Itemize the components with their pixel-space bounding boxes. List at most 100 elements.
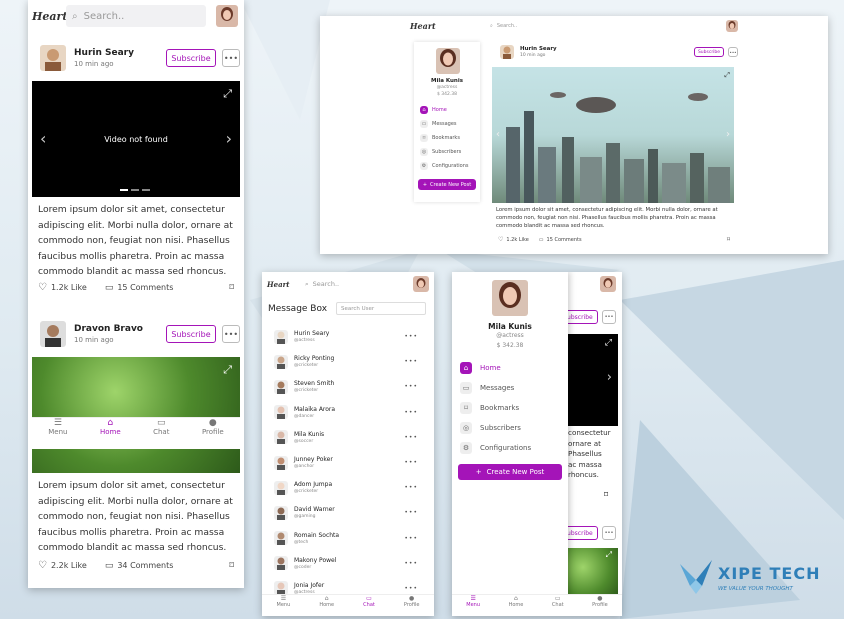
contact-row[interactable]: Makony Powel @coder ••• — [274, 551, 428, 576]
expand-icon[interactable]: ⤢ — [605, 338, 612, 348]
like-count[interactable]: 1.2k Like — [51, 283, 87, 292]
contact-avatar[interactable] — [274, 329, 288, 344]
expand-icon[interactable]: ⤢ — [606, 550, 612, 560]
contact-avatar[interactable] — [274, 531, 288, 546]
contact-row[interactable]: Junney Poker @anchor ••• — [274, 450, 428, 475]
sidebar-item-subscribers[interactable]: ◎ Subscribers — [420, 148, 461, 156]
contact-row[interactable]: Ricky Ponting @cricketer ••• — [274, 349, 428, 374]
nav-chat[interactable]: ▭ Chat — [552, 595, 564, 616]
nav-menu[interactable]: ☰ Menu — [466, 595, 480, 616]
video-player[interactable]: ⤢ › — [568, 334, 618, 426]
expand-icon[interactable]: ⤢ — [223, 87, 232, 101]
post-image[interactable]: ⤢ ☰ Menu ⌂ Home ▭ Chat ● Profile — [32, 357, 240, 473]
sidebar-item-bookmarks[interactable]: ⌑ Bookmarks — [420, 134, 460, 142]
post-image[interactable]: ⤢ — [568, 548, 618, 596]
bookmark-icon[interactable]: ⌑ — [229, 561, 234, 571]
sidebar-item-configurations[interactable]: ⚙ Configurations — [460, 442, 531, 454]
author-avatar[interactable] — [40, 321, 66, 347]
bookmark-icon[interactable]: ⌑ — [229, 283, 234, 293]
author-avatar[interactable] — [500, 45, 514, 59]
prev-arrow-icon[interactable]: ‹ — [496, 129, 500, 140]
more-options-icon[interactable]: ••• — [404, 585, 418, 592]
more-options-icon[interactable]: ••• — [404, 358, 418, 365]
comment-icon[interactable]: ▭ — [105, 561, 114, 571]
more-options-icon[interactable]: ••• — [404, 509, 418, 516]
more-options-icon[interactable]: ••• — [404, 434, 418, 441]
contact-row[interactable]: Mila Kunis @soccer ••• — [274, 425, 428, 450]
user-avatar[interactable] — [413, 276, 429, 292]
author-name[interactable]: Hurin Seary — [74, 48, 134, 58]
comment-icon[interactable]: ▭ — [539, 237, 544, 243]
nav-chat[interactable]: ▭ Chat — [153, 418, 169, 449]
nav-home[interactable]: ⌂ Home — [100, 418, 121, 449]
more-options-button[interactable]: ••• — [602, 526, 616, 540]
more-options-icon[interactable]: ••• — [404, 459, 418, 466]
heart-icon[interactable]: ♡ — [38, 560, 47, 571]
user-avatar[interactable] — [216, 5, 238, 27]
profile-avatar[interactable] — [436, 48, 460, 74]
next-arrow-icon[interactable]: › — [726, 129, 730, 140]
comment-count[interactable]: 34 Comments — [117, 561, 173, 570]
user-avatar[interactable] — [726, 20, 738, 32]
expand-icon[interactable]: ⤢ — [223, 363, 232, 377]
nav-chat[interactable]: ▭ Chat — [363, 595, 375, 616]
contact-avatar[interactable] — [274, 354, 288, 369]
user-avatar[interactable] — [600, 276, 616, 292]
subscribe-button[interactable]: Subscribe — [166, 325, 216, 343]
next-arrow-icon[interactable]: › — [607, 370, 612, 385]
sidebar-item-messages[interactable]: ▭ Messages — [460, 382, 514, 394]
nav-profile[interactable]: ● Profile — [202, 418, 224, 449]
contact-row[interactable]: Romain Sochta @tech ••• — [274, 526, 428, 551]
more-options-button[interactable]: ••• — [222, 325, 240, 343]
nav-menu[interactable]: ☰ Menu — [277, 595, 291, 616]
nav-home[interactable]: ⌂ Home — [509, 595, 524, 616]
contact-avatar[interactable] — [274, 480, 288, 495]
create-post-button[interactable]: + Create New Post — [458, 464, 562, 480]
nav-profile[interactable]: ● Profile — [404, 595, 420, 616]
author-avatar[interactable] — [40, 45, 66, 71]
like-count[interactable]: 2.2k Like — [51, 561, 87, 570]
sidebar-item-home[interactable]: ⌂ Home — [420, 106, 447, 114]
more-options-button[interactable]: ••• — [222, 49, 240, 67]
more-options-icon[interactable]: ••• — [404, 484, 418, 491]
nav-menu[interactable]: ☰ Menu — [48, 418, 67, 449]
contact-avatar[interactable] — [274, 505, 288, 520]
post-image[interactable]: ⤢ ‹ › — [492, 67, 734, 203]
search-user-input[interactable]: Search User — [336, 302, 426, 315]
author-name[interactable]: Hurin Seary — [520, 46, 557, 52]
contact-avatar[interactable] — [274, 430, 288, 445]
subscribe-button[interactable]: Subscribe — [166, 49, 216, 67]
contact-row[interactable]: Malaika Arora @dancer ••• — [274, 400, 428, 425]
nav-profile[interactable]: ● Profile — [592, 595, 608, 616]
contact-row[interactable]: Hurin Seary @actress ••• — [274, 324, 428, 349]
contact-avatar[interactable] — [274, 556, 288, 571]
contact-avatar[interactable] — [274, 455, 288, 470]
search-input[interactable]: ⌕ Search.. — [490, 19, 690, 33]
sidebar-item-configurations[interactable]: ⚙ Configurations — [420, 162, 469, 170]
more-options-icon[interactable]: ••• — [404, 535, 418, 542]
comment-count[interactable]: 15 Comments — [117, 283, 173, 292]
profile-avatar[interactable] — [492, 280, 528, 316]
contact-row[interactable]: Adom Jumpa @cricketer ••• — [274, 475, 428, 500]
author-name[interactable]: Dravon Bravo — [74, 324, 143, 334]
expand-icon[interactable]: ⤢ — [724, 71, 730, 80]
contact-row[interactable]: David Warner @gaming ••• — [274, 500, 428, 525]
more-options-button[interactable]: ••• — [602, 310, 616, 324]
bookmark-icon[interactable]: ⌑ — [604, 490, 608, 499]
nav-home[interactable]: ⌂ Home — [319, 595, 334, 616]
sidebar-item-subscribers[interactable]: ◎ Subscribers — [460, 422, 521, 434]
create-post-button[interactable]: + Create New Post — [418, 179, 476, 190]
like-count[interactable]: 1.2k Like — [506, 237, 528, 243]
search-input[interactable]: ⌕ Search.. — [305, 277, 405, 291]
more-options-button[interactable]: ••• — [728, 47, 738, 57]
more-options-icon[interactable]: ••• — [404, 560, 418, 567]
video-player[interactable]: ⤢ ‹ › Video not found — [32, 81, 240, 197]
comment-icon[interactable]: ▭ — [105, 283, 114, 293]
heart-icon[interactable]: ♡ — [498, 236, 503, 243]
sidebar-item-bookmarks[interactable]: ⌑ Bookmarks — [460, 402, 519, 414]
bookmark-icon[interactable]: ⌑ — [727, 236, 730, 243]
more-options-icon[interactable]: ••• — [404, 383, 418, 390]
carousel-dots[interactable] — [120, 189, 150, 191]
heart-icon[interactable]: ♡ — [38, 282, 47, 293]
search-input[interactable]: ⌕ Search.. — [66, 5, 206, 27]
